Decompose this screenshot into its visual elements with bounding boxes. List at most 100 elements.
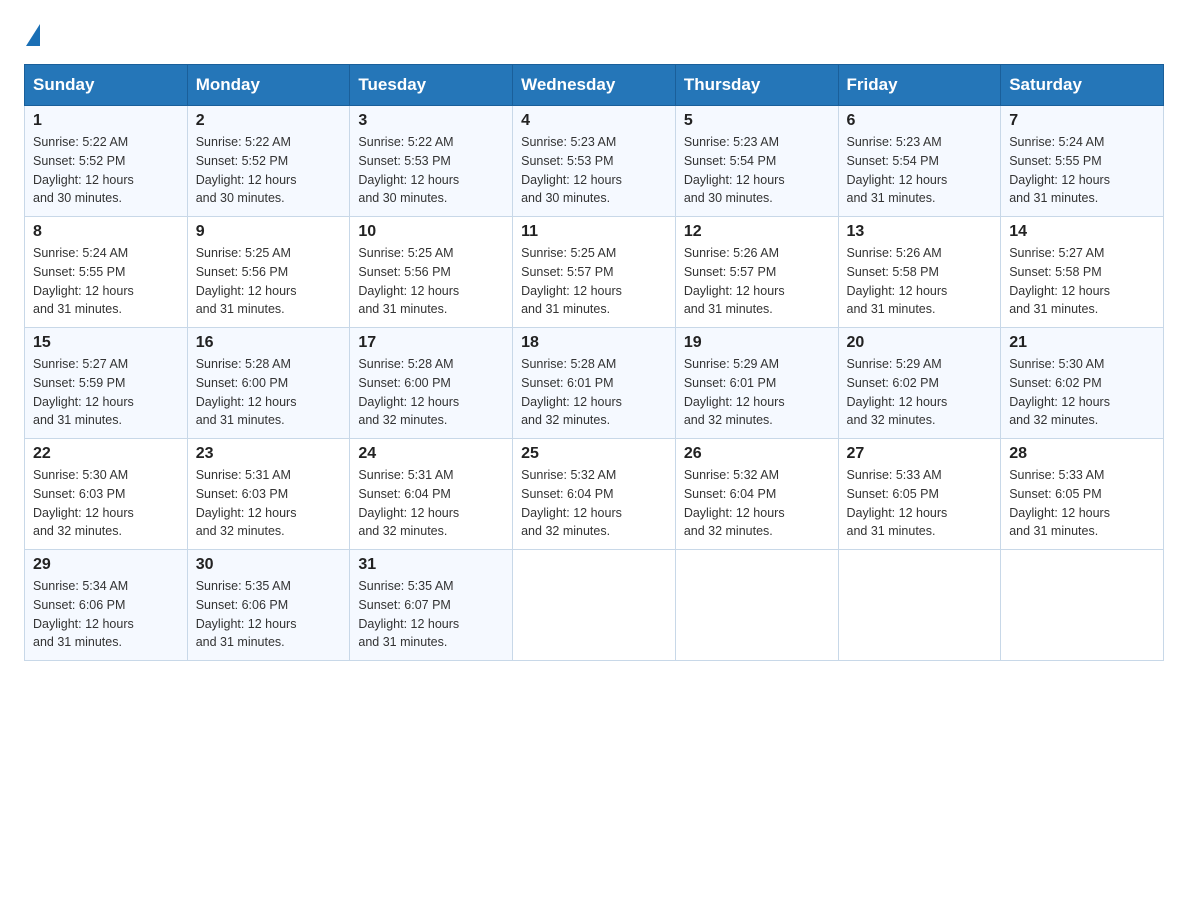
day-info: Sunrise: 5:25 AM Sunset: 5:56 PM Dayligh… bbox=[358, 244, 504, 319]
calendar-cell: 12 Sunrise: 5:26 AM Sunset: 5:57 PM Dayli… bbox=[675, 217, 838, 328]
day-number: 23 bbox=[196, 445, 342, 463]
day-info: Sunrise: 5:29 AM Sunset: 6:01 PM Dayligh… bbox=[684, 355, 830, 430]
calendar-cell bbox=[838, 550, 1001, 661]
calendar-table: SundayMondayTuesdayWednesdayThursdayFrid… bbox=[24, 64, 1164, 661]
calendar-cell: 6 Sunrise: 5:23 AM Sunset: 5:54 PM Daylig… bbox=[838, 106, 1001, 217]
day-number: 7 bbox=[1009, 112, 1155, 130]
calendar-cell: 29 Sunrise: 5:34 AM Sunset: 6:06 PM Dayli… bbox=[25, 550, 188, 661]
day-info: Sunrise: 5:33 AM Sunset: 6:05 PM Dayligh… bbox=[847, 466, 993, 541]
day-number: 26 bbox=[684, 445, 830, 463]
calendar-cell: 27 Sunrise: 5:33 AM Sunset: 6:05 PM Dayli… bbox=[838, 439, 1001, 550]
day-number: 12 bbox=[684, 223, 830, 241]
calendar-cell: 19 Sunrise: 5:29 AM Sunset: 6:01 PM Dayli… bbox=[675, 328, 838, 439]
day-info: Sunrise: 5:32 AM Sunset: 6:04 PM Dayligh… bbox=[684, 466, 830, 541]
calendar-cell: 1Sunrise: 5:22 AM Sunset: 5:52 PM Daylig… bbox=[25, 106, 188, 217]
day-info: Sunrise: 5:32 AM Sunset: 6:04 PM Dayligh… bbox=[521, 466, 667, 541]
calendar-cell bbox=[513, 550, 676, 661]
day-info: Sunrise: 5:30 AM Sunset: 6:02 PM Dayligh… bbox=[1009, 355, 1155, 430]
calendar-week-row: 29 Sunrise: 5:34 AM Sunset: 6:06 PM Dayli… bbox=[25, 550, 1164, 661]
day-info: Sunrise: 5:33 AM Sunset: 6:05 PM Dayligh… bbox=[1009, 466, 1155, 541]
day-info: Sunrise: 5:24 AM Sunset: 5:55 PM Dayligh… bbox=[33, 244, 179, 319]
calendar-header-row: SundayMondayTuesdayWednesdayThursdayFrid… bbox=[25, 65, 1164, 106]
calendar-cell: 7Sunrise: 5:24 AM Sunset: 5:55 PM Daylig… bbox=[1001, 106, 1164, 217]
day-info: Sunrise: 5:28 AM Sunset: 6:01 PM Dayligh… bbox=[521, 355, 667, 430]
calendar-cell: 26 Sunrise: 5:32 AM Sunset: 6:04 PM Dayli… bbox=[675, 439, 838, 550]
calendar-cell: 21 Sunrise: 5:30 AM Sunset: 6:02 PM Dayli… bbox=[1001, 328, 1164, 439]
calendar-cell: 24 Sunrise: 5:31 AM Sunset: 6:04 PM Dayli… bbox=[350, 439, 513, 550]
day-number: 21 bbox=[1009, 334, 1155, 352]
calendar-week-row: 15 Sunrise: 5:27 AM Sunset: 5:59 PM Dayli… bbox=[25, 328, 1164, 439]
day-number: 5 bbox=[684, 112, 830, 130]
calendar-cell: 18 Sunrise: 5:28 AM Sunset: 6:01 PM Dayli… bbox=[513, 328, 676, 439]
day-info: Sunrise: 5:34 AM Sunset: 6:06 PM Dayligh… bbox=[33, 577, 179, 652]
calendar-cell: 5 Sunrise: 5:23 AM Sunset: 5:54 PM Daylig… bbox=[675, 106, 838, 217]
calendar-cell: 14 Sunrise: 5:27 AM Sunset: 5:58 PM Dayli… bbox=[1001, 217, 1164, 328]
calendar-cell: 8 Sunrise: 5:24 AM Sunset: 5:55 PM Daylig… bbox=[25, 217, 188, 328]
day-number: 14 bbox=[1009, 223, 1155, 241]
day-info: Sunrise: 5:22 AM Sunset: 5:52 PM Dayligh… bbox=[33, 133, 179, 208]
header-cell-wednesday: Wednesday bbox=[513, 65, 676, 106]
day-number: 19 bbox=[684, 334, 830, 352]
day-info: Sunrise: 5:25 AM Sunset: 5:56 PM Dayligh… bbox=[196, 244, 342, 319]
day-number: 17 bbox=[358, 334, 504, 352]
day-info: Sunrise: 5:35 AM Sunset: 6:07 PM Dayligh… bbox=[358, 577, 504, 652]
day-info: Sunrise: 5:23 AM Sunset: 5:54 PM Dayligh… bbox=[847, 133, 993, 208]
calendar-cell: 20 Sunrise: 5:29 AM Sunset: 6:02 PM Dayli… bbox=[838, 328, 1001, 439]
calendar-cell: 17Sunrise: 5:28 AM Sunset: 6:00 PM Dayli… bbox=[350, 328, 513, 439]
logo bbox=[24, 24, 40, 44]
day-number: 4 bbox=[521, 112, 667, 130]
day-number: 24 bbox=[358, 445, 504, 463]
calendar-cell bbox=[675, 550, 838, 661]
day-info: Sunrise: 5:27 AM Sunset: 5:58 PM Dayligh… bbox=[1009, 244, 1155, 319]
calendar-cell: 13 Sunrise: 5:26 AM Sunset: 5:58 PM Dayli… bbox=[838, 217, 1001, 328]
calendar-cell bbox=[1001, 550, 1164, 661]
calendar-cell: 11Sunrise: 5:25 AM Sunset: 5:57 PM Dayli… bbox=[513, 217, 676, 328]
calendar-cell: 15 Sunrise: 5:27 AM Sunset: 5:59 PM Dayli… bbox=[25, 328, 188, 439]
day-info: Sunrise: 5:23 AM Sunset: 5:54 PM Dayligh… bbox=[684, 133, 830, 208]
header-cell-monday: Monday bbox=[187, 65, 350, 106]
day-number: 6 bbox=[847, 112, 993, 130]
day-number: 27 bbox=[847, 445, 993, 463]
header-cell-sunday: Sunday bbox=[25, 65, 188, 106]
calendar-week-row: 1Sunrise: 5:22 AM Sunset: 5:52 PM Daylig… bbox=[25, 106, 1164, 217]
calendar-week-row: 22 Sunrise: 5:30 AM Sunset: 6:03 PM Dayli… bbox=[25, 439, 1164, 550]
day-info: Sunrise: 5:25 AM Sunset: 5:57 PM Dayligh… bbox=[521, 244, 667, 319]
day-info: Sunrise: 5:35 AM Sunset: 6:06 PM Dayligh… bbox=[196, 577, 342, 652]
day-info: Sunrise: 5:28 AM Sunset: 6:00 PM Dayligh… bbox=[196, 355, 342, 430]
day-number: 22 bbox=[33, 445, 179, 463]
day-number: 3 bbox=[358, 112, 504, 130]
calendar-cell: 23 Sunrise: 5:31 AM Sunset: 6:03 PM Dayli… bbox=[187, 439, 350, 550]
logo-triangle-icon bbox=[26, 24, 40, 46]
day-info: Sunrise: 5:27 AM Sunset: 5:59 PM Dayligh… bbox=[33, 355, 179, 430]
calendar-cell: 30 Sunrise: 5:35 AM Sunset: 6:06 PM Dayli… bbox=[187, 550, 350, 661]
day-number: 18 bbox=[521, 334, 667, 352]
day-number: 13 bbox=[847, 223, 993, 241]
day-info: Sunrise: 5:26 AM Sunset: 5:58 PM Dayligh… bbox=[847, 244, 993, 319]
calendar-cell: 22 Sunrise: 5:30 AM Sunset: 6:03 PM Dayli… bbox=[25, 439, 188, 550]
calendar-cell: 3 Sunrise: 5:22 AM Sunset: 5:53 PM Daylig… bbox=[350, 106, 513, 217]
calendar-week-row: 8 Sunrise: 5:24 AM Sunset: 5:55 PM Daylig… bbox=[25, 217, 1164, 328]
day-info: Sunrise: 5:22 AM Sunset: 5:52 PM Dayligh… bbox=[196, 133, 342, 208]
day-number: 16 bbox=[196, 334, 342, 352]
day-info: Sunrise: 5:30 AM Sunset: 6:03 PM Dayligh… bbox=[33, 466, 179, 541]
page-header bbox=[24, 24, 1164, 44]
day-number: 2 bbox=[196, 112, 342, 130]
day-info: Sunrise: 5:22 AM Sunset: 5:53 PM Dayligh… bbox=[358, 133, 504, 208]
header-cell-saturday: Saturday bbox=[1001, 65, 1164, 106]
calendar-cell: 31Sunrise: 5:35 AM Sunset: 6:07 PM Dayli… bbox=[350, 550, 513, 661]
day-number: 25 bbox=[521, 445, 667, 463]
day-info: Sunrise: 5:31 AM Sunset: 6:04 PM Dayligh… bbox=[358, 466, 504, 541]
calendar-cell: 16 Sunrise: 5:28 AM Sunset: 6:00 PM Dayli… bbox=[187, 328, 350, 439]
day-number: 8 bbox=[33, 223, 179, 241]
day-number: 30 bbox=[196, 556, 342, 574]
calendar-cell: 10Sunrise: 5:25 AM Sunset: 5:56 PM Dayli… bbox=[350, 217, 513, 328]
day-number: 15 bbox=[33, 334, 179, 352]
day-info: Sunrise: 5:31 AM Sunset: 6:03 PM Dayligh… bbox=[196, 466, 342, 541]
day-number: 29 bbox=[33, 556, 179, 574]
day-info: Sunrise: 5:26 AM Sunset: 5:57 PM Dayligh… bbox=[684, 244, 830, 319]
day-number: 20 bbox=[847, 334, 993, 352]
day-number: 9 bbox=[196, 223, 342, 241]
header-cell-friday: Friday bbox=[838, 65, 1001, 106]
day-info: Sunrise: 5:29 AM Sunset: 6:02 PM Dayligh… bbox=[847, 355, 993, 430]
header-cell-thursday: Thursday bbox=[675, 65, 838, 106]
